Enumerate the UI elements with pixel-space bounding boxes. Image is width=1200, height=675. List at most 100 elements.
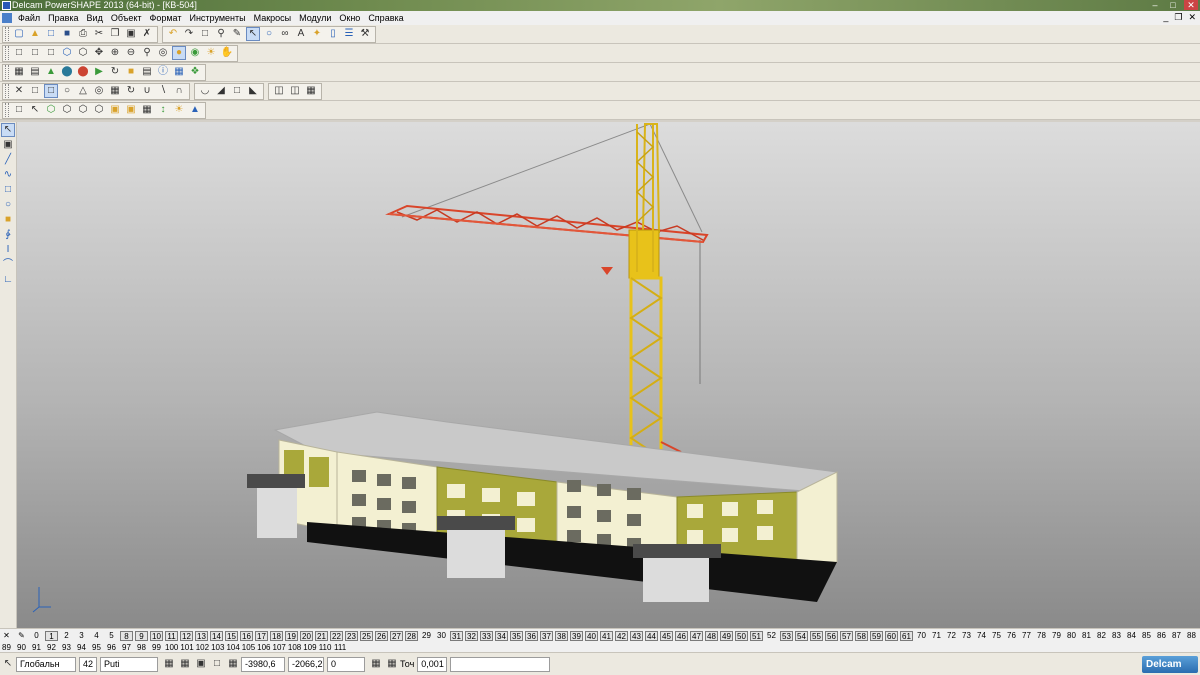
menu-help[interactable]: Справка — [364, 13, 407, 23]
redo-icon[interactable]: ↷ — [182, 27, 196, 41]
level-40[interactable]: 40 — [585, 631, 598, 641]
level-54[interactable]: 54 — [795, 631, 808, 641]
solid-union-icon[interactable]: ∪ — [140, 84, 154, 98]
pattern-icon[interactable]: ▦ — [304, 84, 318, 98]
level-26[interactable]: 26 — [375, 631, 388, 641]
save-icon[interactable]: ■ — [60, 27, 74, 41]
select-arrow-icon[interactable]: ↖ — [1, 123, 15, 137]
render-icon[interactable]: ◉ — [188, 46, 202, 60]
doc-close-icon[interactable]: ✕ — [1188, 12, 1196, 23]
solid-cone-icon[interactable]: △ — [76, 84, 90, 98]
level-46[interactable]: 46 — [675, 631, 688, 641]
solid-cylinder-icon[interactable]: ○ — [60, 84, 74, 98]
snap-icon[interactable]: ⬡ — [44, 103, 58, 117]
open-recent-icon[interactable]: □ — [44, 27, 58, 41]
solid-torus-icon[interactable]: ◎ — [92, 84, 106, 98]
calculator-status-icon[interactable]: ▦ — [369, 657, 383, 671]
principal-plane-icon[interactable]: □ — [210, 657, 224, 671]
open-file-icon[interactable]: ▲ — [28, 27, 42, 41]
solid-icon[interactable]: ⬤ — [60, 65, 74, 79]
cut-icon[interactable]: ✂ — [92, 27, 106, 41]
line-icon[interactable]: ╱ — [1, 153, 15, 167]
solid-feature-icon[interactable]: □ — [28, 84, 42, 98]
mirror-icon[interactable]: ◫ — [288, 84, 302, 98]
i-beam-icon[interactable]: I — [1, 243, 15, 257]
level-58[interactable]: 58 — [855, 631, 868, 641]
level-53[interactable]: 53 — [780, 631, 793, 641]
level-61[interactable]: 61 — [900, 631, 913, 641]
level-name-select[interactable]: Puti — [100, 656, 158, 672]
cone-icon[interactable]: ▶ — [92, 65, 106, 79]
grip-icon[interactable] — [5, 65, 9, 79]
curve-icon[interactable]: ↻ — [108, 65, 122, 79]
level-39[interactable]: 39 — [570, 631, 583, 641]
solid-intersect-icon[interactable]: ∩ — [172, 84, 186, 98]
menu-edit[interactable]: Правка — [44, 13, 82, 23]
level-52[interactable]: 52 — [765, 631, 778, 641]
level-10[interactable]: 10 — [150, 631, 163, 641]
workplane-status-icon[interactable]: ↖ — [1, 657, 15, 671]
level-23[interactable]: 23 — [345, 631, 358, 641]
shaded-edges-icon[interactable]: ⬡ — [92, 103, 106, 117]
level-33[interactable]: 33 — [480, 631, 493, 641]
fillet-icon[interactable]: ◡ — [198, 84, 212, 98]
surface-tool-icon[interactable]: ∳ — [1, 228, 15, 242]
sphere-icon[interactable]: ⬤ — [76, 65, 90, 79]
level-13[interactable]: 13 — [195, 631, 208, 641]
level-35[interactable]: 35 — [510, 631, 523, 641]
level-20[interactable]: 20 — [300, 631, 313, 641]
level-43[interactable]: 43 — [630, 631, 643, 641]
level-36[interactable]: 36 — [525, 631, 538, 641]
close-toolbar-icon[interactable]: ✕ — [12, 84, 26, 98]
level-75[interactable]: 75 — [990, 631, 1003, 641]
coord-z-field[interactable]: 0 — [327, 656, 365, 672]
menu-view[interactable]: Вид — [83, 13, 107, 23]
doc-restore-icon[interactable]: ❐ — [1174, 12, 1182, 23]
circle-icon[interactable]: ○ — [1, 198, 15, 212]
level-41[interactable]: 41 — [600, 631, 613, 641]
level-79[interactable]: 79 — [1050, 631, 1063, 641]
minimize-icon[interactable]: – — [1148, 0, 1162, 10]
menu-macros[interactable]: Макросы — [250, 13, 296, 23]
lasso-icon[interactable]: ∞ — [278, 27, 292, 41]
transform-icon[interactable]: ▣ — [1, 138, 15, 152]
undo-icon[interactable]: ↶ — [166, 27, 180, 41]
solid-box-icon[interactable]: □ — [44, 84, 58, 98]
level-37[interactable]: 37 — [540, 631, 553, 641]
rectangle-icon[interactable]: □ — [1, 183, 15, 197]
level-45[interactable]: 45 — [660, 631, 673, 641]
level-56[interactable]: 56 — [825, 631, 838, 641]
level-21[interactable]: 21 — [315, 631, 328, 641]
level-27[interactable]: 27 — [390, 631, 403, 641]
level-57[interactable]: 57 — [840, 631, 853, 641]
hidden-line-icon[interactable]: ⬡ — [76, 103, 90, 117]
tools-icon[interactable]: ⚒ — [358, 27, 372, 41]
level-84[interactable]: 84 — [1125, 631, 1138, 641]
level-5[interactable]: 5 — [105, 631, 118, 641]
texture-icon[interactable]: ▣ — [124, 103, 138, 117]
shaded-icon[interactable]: ● — [172, 46, 186, 60]
document-icon[interactable] — [2, 13, 12, 23]
grid-icon-status[interactable]: ▦ — [226, 657, 240, 671]
layer-icon[interactable]: ▯ — [326, 27, 340, 41]
coord-x-field[interactable]: -3980,6 — [241, 656, 285, 672]
level-71[interactable]: 71 — [930, 631, 943, 641]
level-11[interactable]: 11 — [165, 631, 178, 641]
axes-icon[interactable]: ↖ — [28, 103, 42, 117]
level-47[interactable]: 47 — [690, 631, 703, 641]
level-42[interactable]: 42 — [615, 631, 628, 641]
cube-view-icon[interactable]: ▲ — [188, 103, 202, 117]
level-49[interactable]: 49 — [720, 631, 733, 641]
hand-icon[interactable]: ✋ — [220, 46, 234, 60]
select-mode-icon[interactable]: ↖ — [246, 27, 260, 41]
copy-icon[interactable]: ❐ — [108, 27, 122, 41]
grip-icon[interactable] — [5, 27, 9, 41]
doc-minimize-icon[interactable]: _ — [1163, 12, 1168, 23]
solid-extrude-icon[interactable]: ▦ — [108, 84, 122, 98]
document-doc-icon[interactable]: ▤ — [28, 65, 42, 79]
mesh-icon[interactable]: ▦ — [172, 65, 186, 79]
menu-modules[interactable]: Модули — [295, 13, 335, 23]
maximize-icon[interactable]: □ — [1166, 0, 1180, 10]
level-48[interactable]: 48 — [705, 631, 718, 641]
level-81[interactable]: 81 — [1080, 631, 1093, 641]
